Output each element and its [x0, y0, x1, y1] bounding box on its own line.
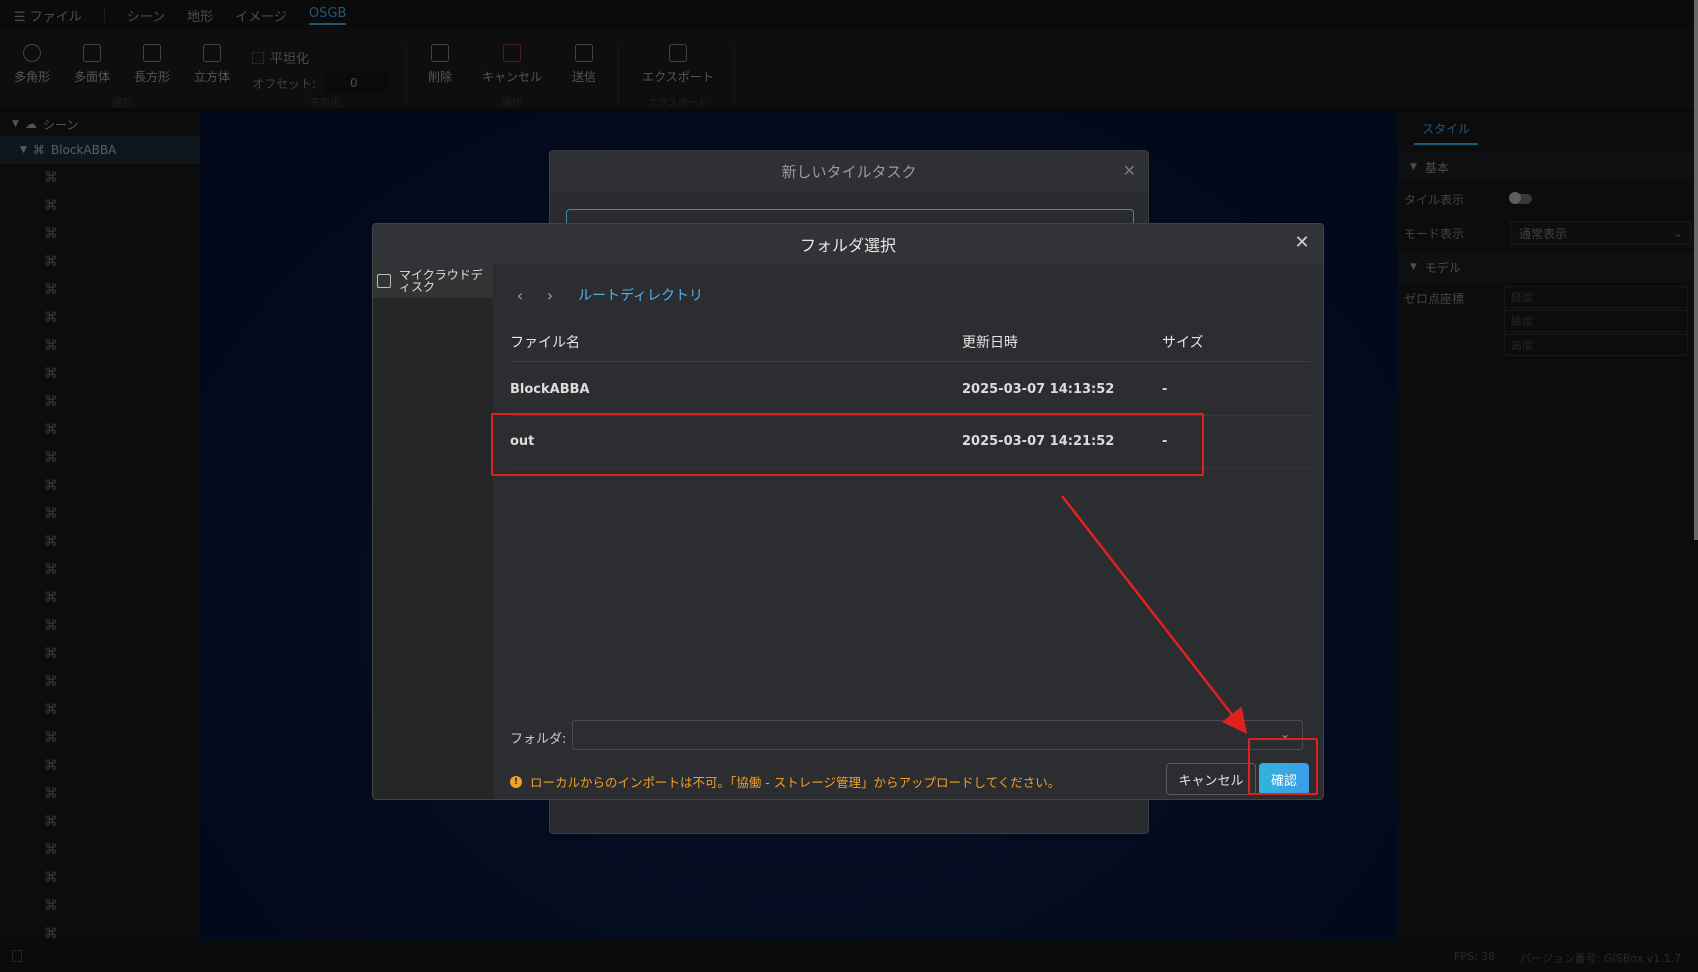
- sidebar-item-label: マイクラウドディスク: [399, 268, 483, 294]
- cancel-button[interactable]: キャンセル: [1166, 763, 1256, 795]
- column-name[interactable]: ファイル名: [510, 332, 580, 352]
- chevron-right-icon[interactable]: ›: [540, 286, 560, 306]
- storage-sidebar: マイクラウドディスク: [373, 264, 493, 799]
- breadcrumb-root[interactable]: ルートディレクトリ: [578, 286, 703, 306]
- file-modified: 2025-03-07 14:13:52: [962, 382, 1115, 397]
- file-browser: ‹ › ルートディレクトリ ファイル名 更新日時 サイズ BlockABBA 2…: [494, 264, 1323, 799]
- file-size: -: [1162, 382, 1168, 397]
- folder-select-title: フォルダ選択: [799, 236, 896, 255]
- file-table-header: ファイル名 更新日時 サイズ: [510, 320, 1310, 362]
- folder-select[interactable]: ⌄: [572, 720, 1303, 750]
- disk-icon: [377, 274, 391, 288]
- column-modified[interactable]: 更新日時: [962, 332, 1018, 352]
- warning-text: ローカルからのインポートは不可。「協働 - ストレージ管理」からアップロードして…: [530, 775, 1061, 790]
- new-tile-task-title: 新しいタイルタスク: [781, 162, 917, 181]
- file-name: BlockABBA: [510, 382, 590, 397]
- close-icon[interactable]: ✕: [1123, 161, 1136, 180]
- folder-select-header: フォルダ選択 ✕: [373, 224, 1323, 264]
- close-icon[interactable]: ✕: [1291, 232, 1313, 254]
- sidebar-item-my-cloud-disk[interactable]: マイクラウドディスク: [373, 264, 493, 298]
- file-name: out: [510, 434, 535, 449]
- file-modified: 2025-03-07 14:21:52: [962, 434, 1115, 449]
- column-size[interactable]: サイズ: [1162, 332, 1204, 352]
- folder-select-dialog: フォルダ選択 ✕ マイクラウドディスク ‹ › ルートディレクトリ ファイル名 …: [372, 223, 1324, 800]
- confirm-button[interactable]: 確認: [1259, 763, 1309, 795]
- new-tile-task-header: 新しいタイルタスク ✕: [550, 151, 1148, 191]
- import-warning: ! ローカルからのインポートは不可。「協働 - ストレージ管理」からアップロード…: [510, 772, 1060, 791]
- chevron-left-icon[interactable]: ‹: [510, 286, 530, 306]
- warning-icon: !: [510, 775, 522, 788]
- chevron-down-icon: ⌄: [1279, 727, 1290, 741]
- folder-label: フォルダ:: [510, 732, 567, 747]
- table-row[interactable]: BlockABBA 2025-03-07 14:13:52 -: [510, 364, 1310, 416]
- table-row[interactable]: out 2025-03-07 14:21:52 -: [510, 416, 1310, 468]
- file-size: -: [1162, 434, 1168, 449]
